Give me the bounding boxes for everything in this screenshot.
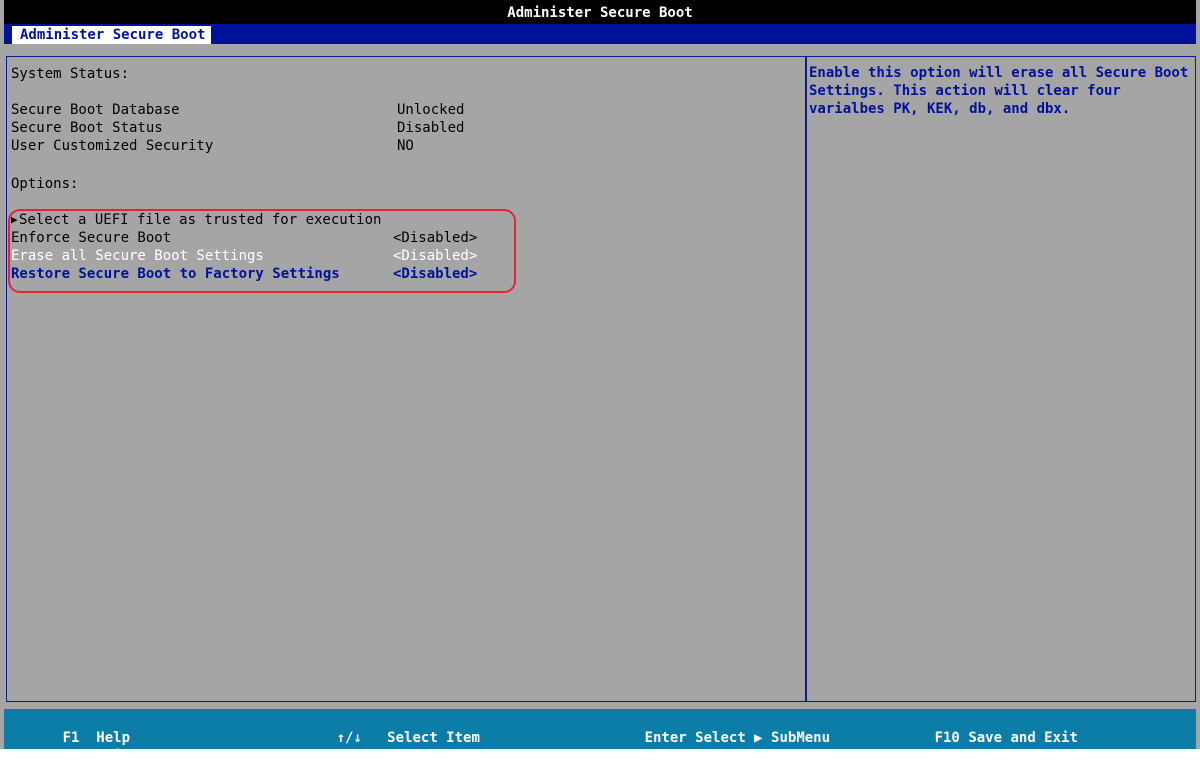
key-desc: Change Values [387, 748, 497, 764]
status-row-secure-boot-database: Secure Boot Database Unlocked [11, 101, 464, 119]
status-row-user-customized-security: User Customized Security NO [11, 137, 414, 155]
option-value[interactable]: <Disabled> [393, 229, 477, 247]
option-restore-secure-boot-factory[interactable]: Restore Secure Boot to Factory Settings … [11, 265, 477, 283]
option-enforce-secure-boot[interactable]: Enforce Secure Boot <Disabled> [11, 229, 477, 247]
status-value: Unlocked [397, 102, 465, 118]
bios-screen: Administer Secure Boot Administer Secure… [0, 0, 1200, 764]
key-f5-f6: F5/F6 [336, 748, 379, 764]
options-heading: Options: [11, 176, 79, 192]
footer-keys: F1 Help ESC Exit ↑/↓ Select Item F5/F6 C… [4, 709, 1196, 764]
status-row-secure-boot-status: Secure Boot Status Disabled [11, 119, 464, 137]
status-label: Secure Boot Status [11, 120, 163, 136]
option-label: Erase all Secure Boot Settings [11, 248, 264, 264]
page-title: Administer Secure Boot [507, 5, 693, 21]
help-text: Enable this option will erase all Secure… [809, 65, 1197, 117]
tab-administer-secure-boot[interactable]: Administer Secure Boot [12, 26, 212, 44]
system-status-heading: System Status: [11, 66, 130, 82]
main-panel: System Status: Secure Boot Database Unlo… [6, 56, 806, 702]
footer-key-setup-defaults[interactable]: F4 Setup Defaults [594, 729, 814, 783]
submenu-arrow-icon: ▶ [11, 213, 18, 226]
key-desc: Setup Defaults [695, 748, 814, 764]
footer-key-exit[interactable]: ESC Exit [12, 729, 130, 783]
key-desc: Save and Exit [968, 730, 1078, 746]
status-label: Secure Boot Database [11, 102, 180, 118]
tab-bar: Administer Secure Boot [4, 24, 1196, 44]
option-label: Enforce Secure Boot [11, 230, 172, 246]
option-value[interactable]: <Disabled> [393, 247, 477, 265]
option-value[interactable]: <Disabled> [393, 265, 477, 283]
status-value: NO [397, 138, 414, 154]
status-value: Disabled [397, 120, 465, 136]
footer-key-change-values[interactable]: F5/F6 Change Values [286, 729, 497, 783]
help-panel: Enable this option will erase all Secure… [806, 56, 1196, 702]
key-f10: F10 [934, 730, 960, 746]
option-label: Restore Secure Boot to Factory Settings [11, 266, 340, 282]
key-esc: ESC [62, 748, 88, 764]
option-select-uefi-file[interactable]: ▶Select a UEFI file as trusted for execu… [11, 211, 381, 229]
status-label: User Customized Security [11, 138, 214, 154]
footer-key-save-exit[interactable]: F10 Save and Exit [884, 711, 1078, 765]
option-label: Select a UEFI file as trusted for execut… [19, 212, 382, 228]
key-f4: F4 [644, 748, 662, 764]
key-desc: Exit [96, 748, 131, 764]
option-erase-all-secure-boot-settings[interactable]: Erase all Secure Boot Settings <Disabled… [11, 247, 477, 265]
